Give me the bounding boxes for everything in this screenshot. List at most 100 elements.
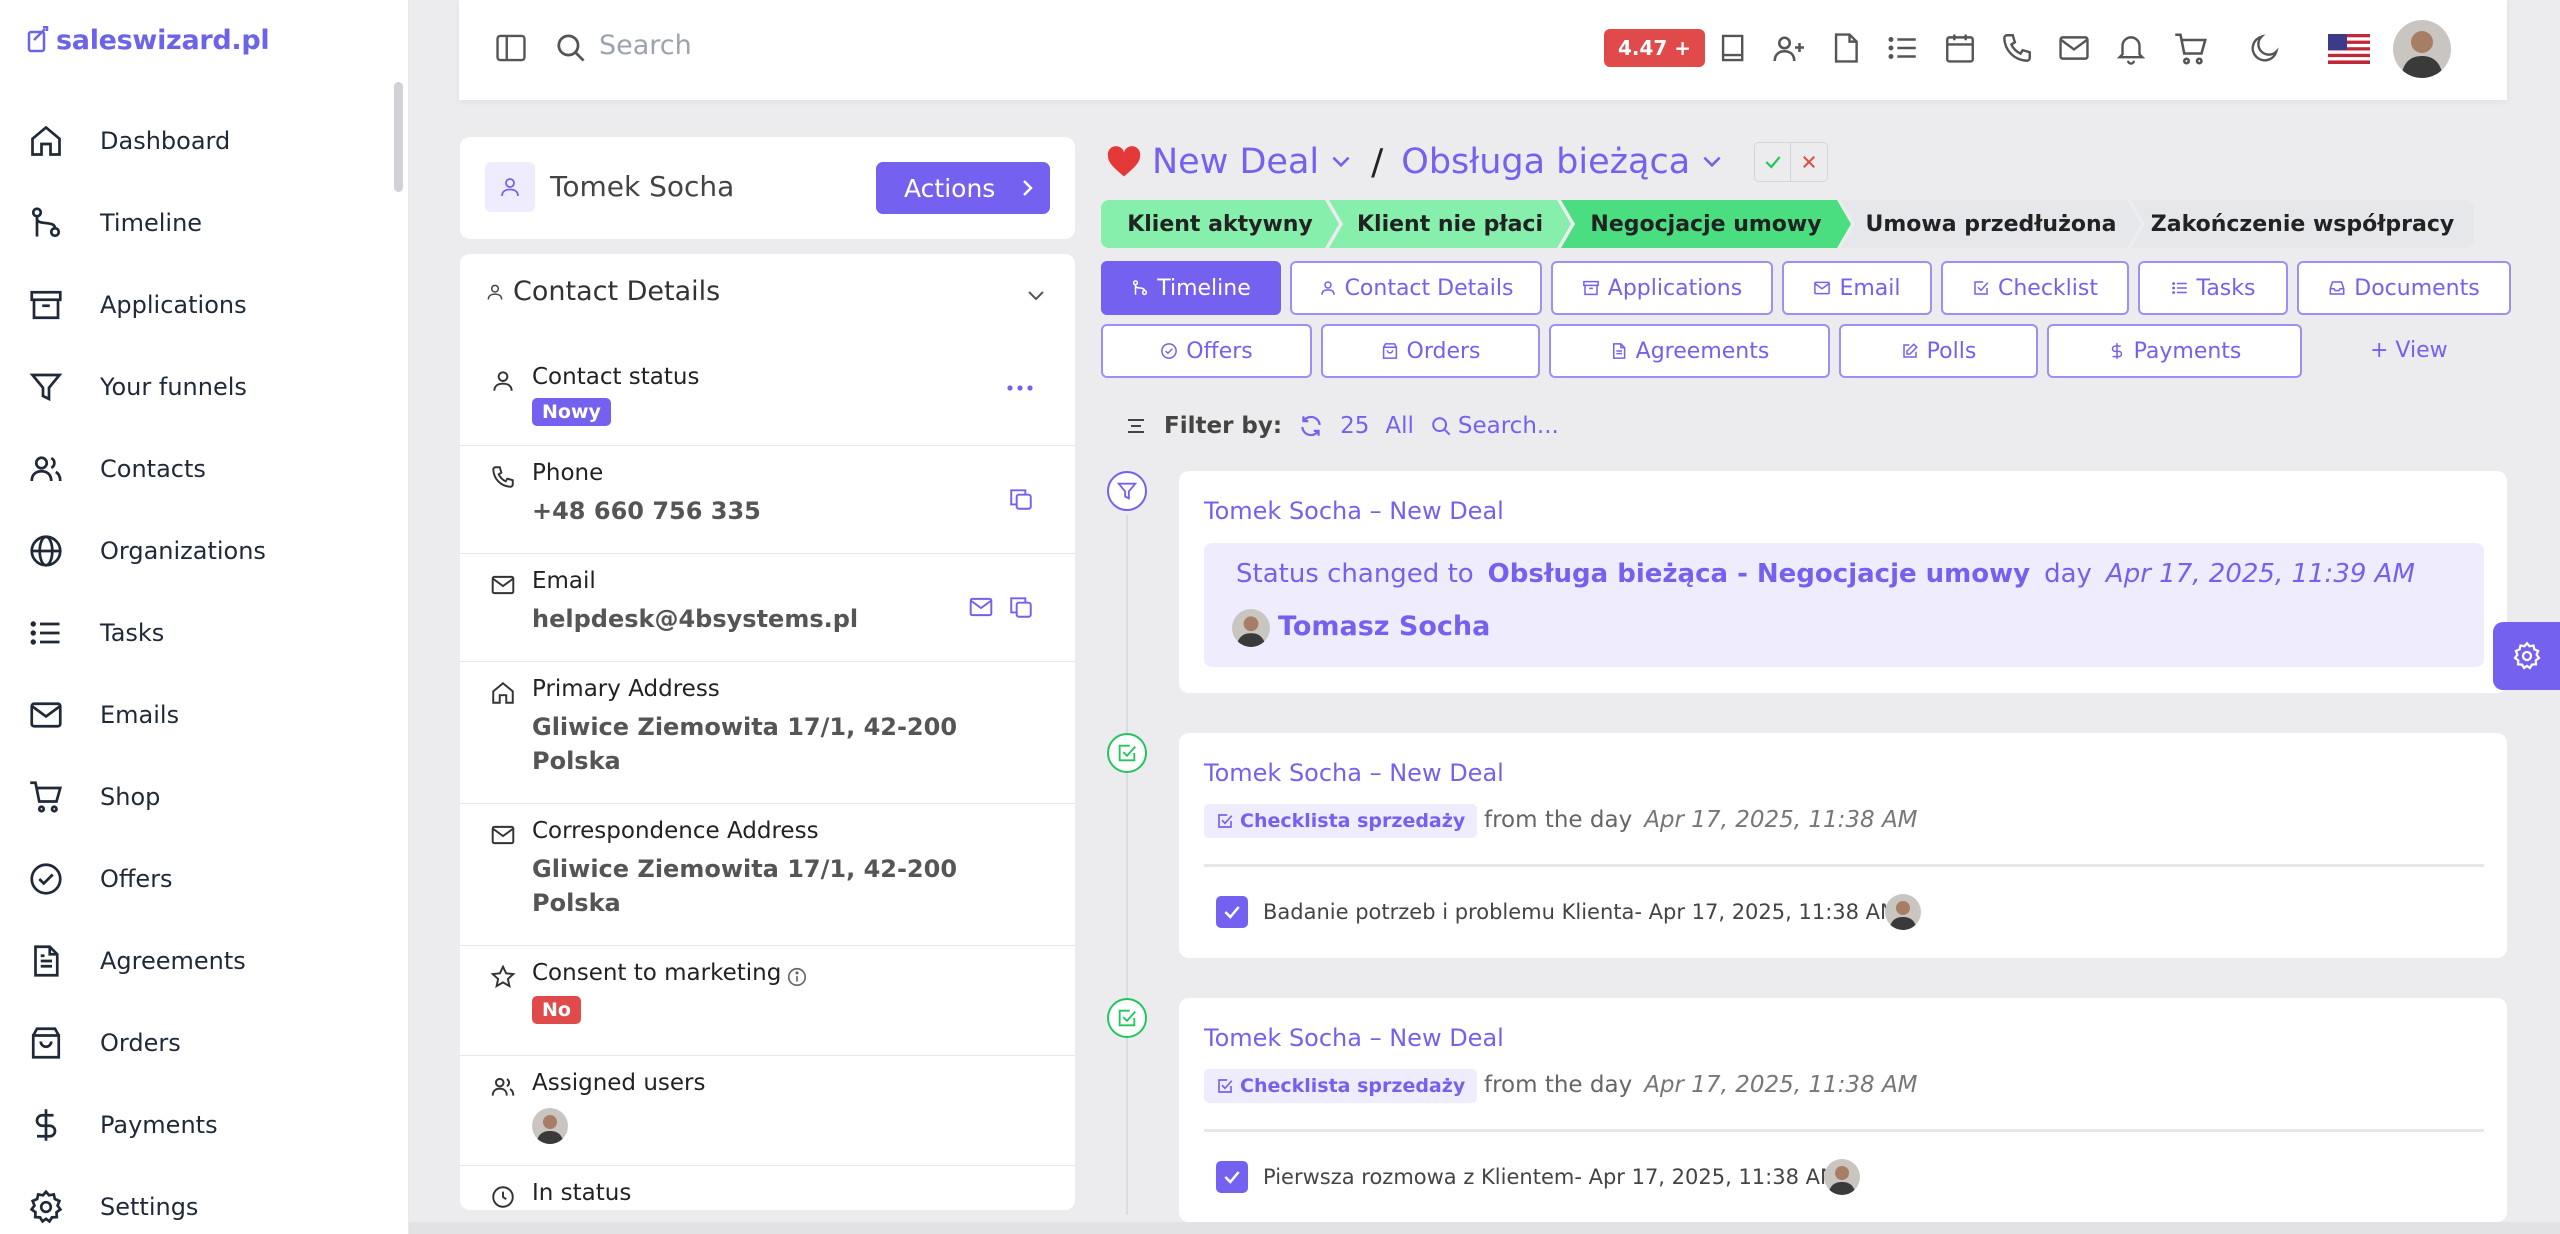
stage-klient-aktywny[interactable]: Klient aktywny — [1101, 200, 1339, 248]
tab-checklist[interactable]: Checklist — [1941, 261, 2129, 315]
sidebar-item-dashboard[interactable]: Dashboard — [0, 100, 395, 182]
stage-klient-nie-placi[interactable]: Klient nie płaci — [1329, 200, 1571, 248]
brand-logo[interactable]: saleswizard.pl — [26, 20, 270, 60]
phone-icon[interactable] — [2000, 31, 2034, 65]
sidebar-item-agreements[interactable]: Agreements — [0, 920, 395, 1002]
chevron-down-icon[interactable] — [1025, 288, 1047, 304]
contact-details-panel: Contact Details Contact status Nowy Phon… — [460, 254, 1075, 1210]
stage-zakonczenie-wspolpracy[interactable]: Zakończenie współpracy — [2131, 200, 2474, 248]
sidebar-item-payments[interactable]: Payments — [0, 1084, 395, 1166]
timeline-card-title[interactable]: Tomek Socha – New Deal — [1204, 1024, 1504, 1052]
tab-payments[interactable]: Payments — [2047, 324, 2302, 378]
checklist-checkbox[interactable] — [1216, 896, 1248, 928]
chevron-down-icon[interactable] — [1329, 153, 1353, 171]
tab-polls[interactable]: Polls — [1839, 324, 2038, 378]
version-badge[interactable]: 4.47 + — [1604, 29, 1706, 67]
inbox-icon — [2329, 281, 2345, 295]
moon-icon[interactable] — [2248, 31, 2282, 65]
sidebar-item-offers[interactable]: Offers — [0, 838, 395, 920]
horizontal-scrollbar[interactable] — [409, 1222, 2560, 1234]
checklist-checkbox[interactable] — [1216, 1161, 1248, 1193]
user-icon — [501, 178, 519, 197]
tab-contact-details[interactable]: Contact Details — [1290, 261, 1542, 315]
user-avatar[interactable] — [2393, 20, 2451, 78]
lost-button[interactable] — [1791, 143, 1827, 181]
won-button[interactable] — [1755, 143, 1792, 181]
search-input[interactable]: Search — [599, 30, 692, 61]
page-size[interactable]: 25 — [1340, 413, 1369, 439]
sidebar-item-organizations[interactable]: Organizations — [0, 510, 395, 592]
calendar-icon[interactable] — [1943, 31, 1977, 65]
filter-all[interactable]: All — [1385, 413, 1414, 439]
sidebar-item-shop[interactable]: Shop — [0, 756, 395, 838]
add-view-link[interactable]: + View — [2370, 338, 2448, 363]
timeline-card-title[interactable]: Tomek Socha – New Deal — [1204, 759, 1504, 787]
primary-address-line2: Polska — [532, 747, 621, 775]
chevron-down-icon[interactable] — [1700, 153, 1724, 171]
sidebar-item-label: Dashboard — [100, 127, 231, 155]
status-user-name[interactable]: Tomasz Socha — [1278, 611, 1490, 642]
copy-icon[interactable] — [1008, 594, 1034, 620]
deal-status-buttons — [1754, 142, 1829, 182]
contact-details-header[interactable]: Contact Details — [485, 276, 720, 307]
tab-applications[interactable]: Applications — [1551, 261, 1773, 315]
document-icon[interactable] — [1829, 31, 1863, 65]
deal-header: New Deal / Obsługa bieżąca — [1106, 138, 1829, 186]
sidebar-item-label: Applications — [100, 291, 247, 319]
checklist-chip[interactable]: Checklista sprzedaży — [1204, 1069, 1478, 1103]
pipeline-name[interactable]: Obsługa bieżąca — [1401, 142, 1690, 182]
cart-icon[interactable] — [2173, 31, 2209, 67]
home-icon — [492, 681, 514, 704]
list-icon[interactable] — [1886, 31, 1920, 65]
tab-orders[interactable]: Orders — [1321, 324, 1540, 378]
tab-tasks[interactable]: Tasks — [2138, 261, 2288, 315]
book-icon[interactable] — [1716, 31, 1750, 65]
settings-fab[interactable] — [2493, 622, 2560, 690]
mail-icon[interactable] — [2057, 31, 2091, 65]
funnel-icon — [29, 373, 63, 402]
sidebar-item-tasks[interactable]: Tasks — [0, 592, 395, 674]
tab-label: Applications — [1607, 275, 1743, 301]
tab-label: Timeline — [1157, 275, 1251, 301]
sidebar-item-emails[interactable]: Emails — [0, 674, 395, 756]
actions-button[interactable]: Actions — [876, 162, 1050, 214]
info-icon[interactable] — [786, 966, 808, 988]
sidebar-item-orders[interactable]: Orders — [0, 1002, 395, 1084]
sidebar-item-funnels[interactable]: Your funnels — [0, 346, 395, 428]
user-icon — [493, 371, 513, 391]
copy-icon[interactable] — [1008, 486, 1034, 512]
deal-name[interactable]: New Deal — [1152, 142, 1319, 182]
mail-icon — [491, 825, 515, 845]
filter-search[interactable]: Search... — [1430, 413, 1559, 439]
add-user-icon[interactable] — [1771, 31, 1807, 67]
sidebar-scrollbar[interactable] — [394, 82, 403, 192]
edit-icon — [1902, 343, 1918, 358]
us-flag-icon[interactable] — [2328, 34, 2370, 64]
bell-icon[interactable] — [2114, 31, 2148, 65]
heart-icon[interactable] — [1106, 146, 1142, 178]
sidebar-item-applications[interactable]: Applications — [0, 264, 395, 346]
primary-address-value: Gliwice Ziemowita 17/1, 42-200 Polska — [532, 710, 957, 778]
tab-email[interactable]: Email — [1782, 261, 1932, 315]
sidebar-toggle-icon[interactable] — [494, 31, 528, 65]
sidebar-item-label: Agreements — [100, 947, 246, 975]
divider — [1204, 1129, 2484, 1132]
sidebar-item-settings[interactable]: Settings — [0, 1166, 395, 1234]
checklist-chip[interactable]: Checklista sprzedaży — [1204, 804, 1478, 838]
phone-label: Phone — [532, 460, 604, 486]
stage-umowa-przedluzona[interactable]: Umowa przedłużona — [1841, 200, 2141, 248]
tab-agreements[interactable]: Agreements — [1549, 324, 1830, 378]
tabs-row-1: Timeline Contact Details Applications Em… — [1101, 261, 2511, 315]
correspondence-address-row: Correspondence Address Gliwice Ziemowita… — [460, 804, 1075, 946]
sidebar-item-timeline[interactable]: Timeline — [0, 182, 395, 264]
timeline-card-title[interactable]: Tomek Socha – New Deal — [1204, 497, 1504, 525]
stage-negocjacje-umowy[interactable]: Negocjacje umowy — [1561, 200, 1851, 248]
tab-timeline[interactable]: Timeline — [1101, 261, 1281, 315]
sidebar-item-contacts[interactable]: Contacts — [0, 428, 395, 510]
more-icon[interactable] — [1006, 384, 1034, 392]
assigned-user-avatar[interactable] — [532, 1108, 568, 1144]
tab-documents[interactable]: Documents — [2297, 261, 2511, 315]
tab-offers[interactable]: Offers — [1101, 324, 1312, 378]
refresh-icon[interactable] — [1298, 413, 1324, 439]
send-mail-icon[interactable] — [968, 594, 994, 620]
